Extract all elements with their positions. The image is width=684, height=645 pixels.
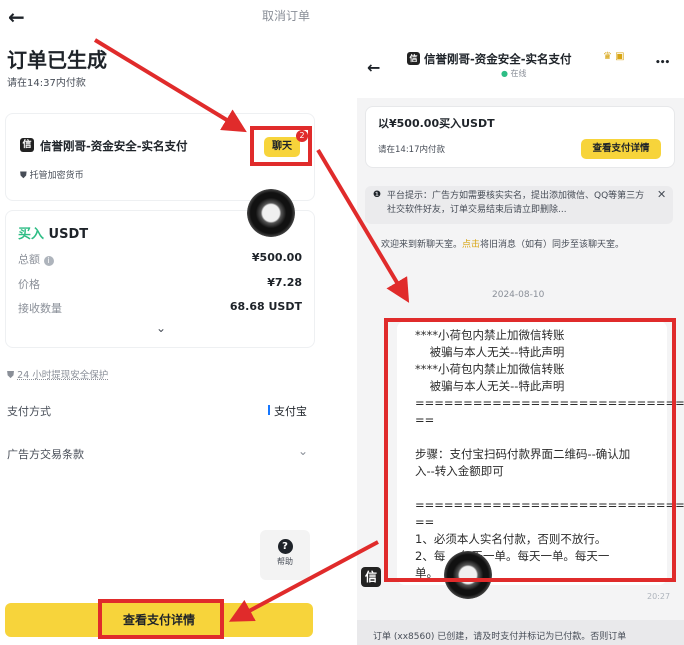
online-status: ● 在线 — [501, 68, 527, 79]
price-label: 价格 — [18, 278, 40, 291]
escrow-tag: ⛊ 托管加密货币 — [20, 168, 84, 181]
shield-icon: ⛊ — [20, 171, 27, 181]
asset-label: USDT — [48, 227, 89, 242]
chat-date: 2024-08-10 — [492, 290, 545, 300]
verified-badges-icon: ♛ ▣ — [603, 51, 625, 62]
expand-chevron-icon[interactable]: ⌄ — [156, 321, 166, 335]
redaction-mark — [247, 189, 295, 237]
back-arrow-icon[interactable]: ← — [8, 5, 25, 29]
help-widget[interactable]: ? 帮助 — [260, 530, 310, 580]
sync-link[interactable]: 点击 — [462, 240, 480, 250]
message-time: 20:27 — [647, 592, 671, 601]
welcome-suffix: 将旧消息（如有）同步至该聊天室。 — [480, 240, 625, 250]
order-summary-deadline: 请在14:17内付款 — [378, 145, 445, 155]
more-options-icon[interactable]: ••• — [655, 58, 670, 68]
annotation-box-chat — [250, 126, 312, 166]
notice-info-icon: ❶ — [373, 190, 382, 200]
welcome-prefix: 欢迎来到新聊天室。 — [381, 240, 463, 250]
merchant-name[interactable]: 信誉刚哥-资金安全-实名支付 — [40, 138, 188, 154]
notice-close-icon[interactable]: ✕ — [657, 188, 666, 201]
system-footer-message: 订单 (xx8560) 已创建，请及时支付并标记为已付款。否则订单 — [357, 620, 684, 645]
order-summary-title: 以¥500.00买入USDT — [378, 117, 495, 130]
payment-method-label: 支付方式 — [7, 405, 51, 418]
chat-merchant-name[interactable]: 信誉刚哥-资金安全-实名支付 — [424, 51, 572, 67]
left-phone-screen: ← 取消订单 订单已生成 请在14:37内付款 信 信誉刚哥-资金安全-实名支付… — [0, 0, 327, 645]
page-title: 订单已生成 — [7, 48, 107, 72]
shield-check-icon: ⛊ — [7, 370, 15, 381]
price-value: ¥7.28 — [267, 276, 302, 289]
chat-header: ← 信 信誉刚哥-资金安全-实名支付 ♛ ▣ ● 在线 ••• — [357, 34, 684, 98]
total-label: 总额 — [18, 253, 40, 266]
info-icon[interactable]: i — [43, 256, 54, 266]
row-label-total: 总额 i — [18, 251, 54, 267]
annotation-box-pay-button — [98, 599, 224, 639]
payment-method-value[interactable]: 支付宝 — [268, 403, 307, 419]
annotation-box-message — [384, 318, 676, 582]
back-arrow-icon[interactable]: ← — [367, 58, 380, 77]
notice-text: 平台提示：广告方如需要核实实名，提出添加微信、QQ等第三方社交软件好友，订单交易… — [387, 191, 645, 215]
order-summary-card: 以¥500.00买入USDT 请在14:17内付款 查看支付详情 — [365, 106, 675, 168]
merchant-avatar: 信 — [361, 567, 381, 587]
order-type: 买入 USDT — [18, 223, 88, 242]
cancel-order-link[interactable]: 取消订单 — [262, 7, 310, 24]
escrow-label: 托管加密货币 — [29, 171, 84, 181]
online-status-label: 在线 — [510, 69, 527, 78]
system-footer-text: 订单 (xx8560) 已创建，请及时支付并标记为已付款。否则订单 — [373, 632, 627, 642]
payment-deadline: 请在14:37内付款 — [7, 78, 86, 89]
receive-qty-value: 68.68 USDT — [229, 300, 302, 313]
total-value: ¥500.00 — [251, 251, 302, 264]
welcome-message: 欢迎来到新聊天室。点击将旧消息（如有）同步至该聊天室。 — [381, 237, 624, 250]
protection-label: 24 小时提现安全保护 — [17, 370, 109, 381]
merchant-logo-icon: 信 — [407, 52, 420, 65]
buy-label: 买入 — [18, 227, 45, 242]
terms-label[interactable]: 广告方交易条款 — [7, 446, 84, 462]
payment-method-text: 支付宝 — [274, 405, 307, 418]
merchant-logo-icon: 信 — [20, 138, 34, 152]
platform-notice: ❶ 平台提示：广告方如需要核实实名，提出添加微信、QQ等第三方社交软件好友，订单… — [365, 186, 673, 224]
help-label: 帮助 — [277, 557, 293, 566]
receive-qty-label: 接收数量 — [18, 302, 62, 315]
protection-row[interactable]: ⛊ 24 小时提现安全保护 — [7, 367, 108, 381]
terms-chevron-icon[interactable]: ⌄ — [298, 444, 308, 458]
online-dot-icon: ● — [501, 69, 508, 78]
alipay-marker-icon — [268, 405, 270, 415]
help-icon: ? — [277, 539, 293, 554]
order-view-details-button[interactable]: 查看支付详情 — [581, 139, 661, 159]
